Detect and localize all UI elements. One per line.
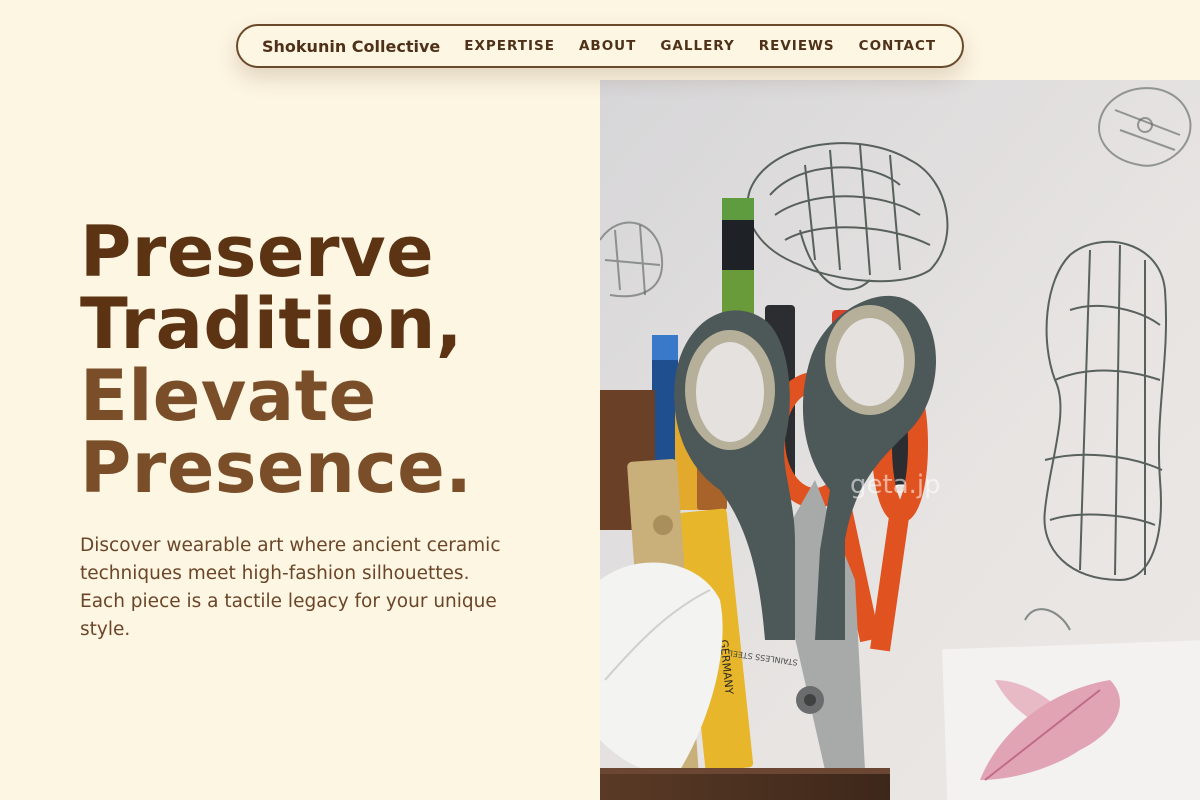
hero-image: GERMANY STAINLESS STEEL geta.jp (600, 80, 1200, 800)
headline-line-4: Presence. (80, 427, 473, 509)
headline-line-1: Preserve (80, 211, 435, 293)
nav-link-contact[interactable]: CONTACT (859, 38, 936, 54)
pencil-cup (600, 770, 890, 800)
top-nav: Shokunin Collective EXPERTISE ABOUT GALL… (236, 24, 964, 68)
nav-links: EXPERTISE ABOUT GALLERY REVIEWS CONTACT (464, 38, 960, 54)
scissors-pencil-cup-illustration: GERMANY STAINLESS STEEL geta.jp (600, 80, 1200, 800)
nav-link-about[interactable]: ABOUT (579, 38, 636, 54)
landing-page: Shokunin Collective EXPERTISE ABOUT GALL… (0, 0, 1200, 800)
brand-logo-text[interactable]: Shokunin Collective (262, 37, 440, 56)
leaf-card (942, 640, 1200, 800)
nav-link-gallery[interactable]: GALLERY (660, 38, 734, 54)
hero-text: Preserve Tradition, Elevate Presence. Di… (80, 216, 560, 644)
headline-line-3: Elevate (80, 355, 377, 437)
hero-headline: Preserve Tradition, Elevate Presence. (80, 216, 560, 504)
nav-link-reviews[interactable]: REVIEWS (759, 38, 835, 54)
image-watermark: geta.jp (850, 470, 941, 500)
nav-link-expertise[interactable]: EXPERTISE (464, 38, 555, 54)
hero-description: Discover wearable art where ancient cera… (80, 535, 501, 640)
headline-line-2: Tradition, (80, 283, 463, 365)
